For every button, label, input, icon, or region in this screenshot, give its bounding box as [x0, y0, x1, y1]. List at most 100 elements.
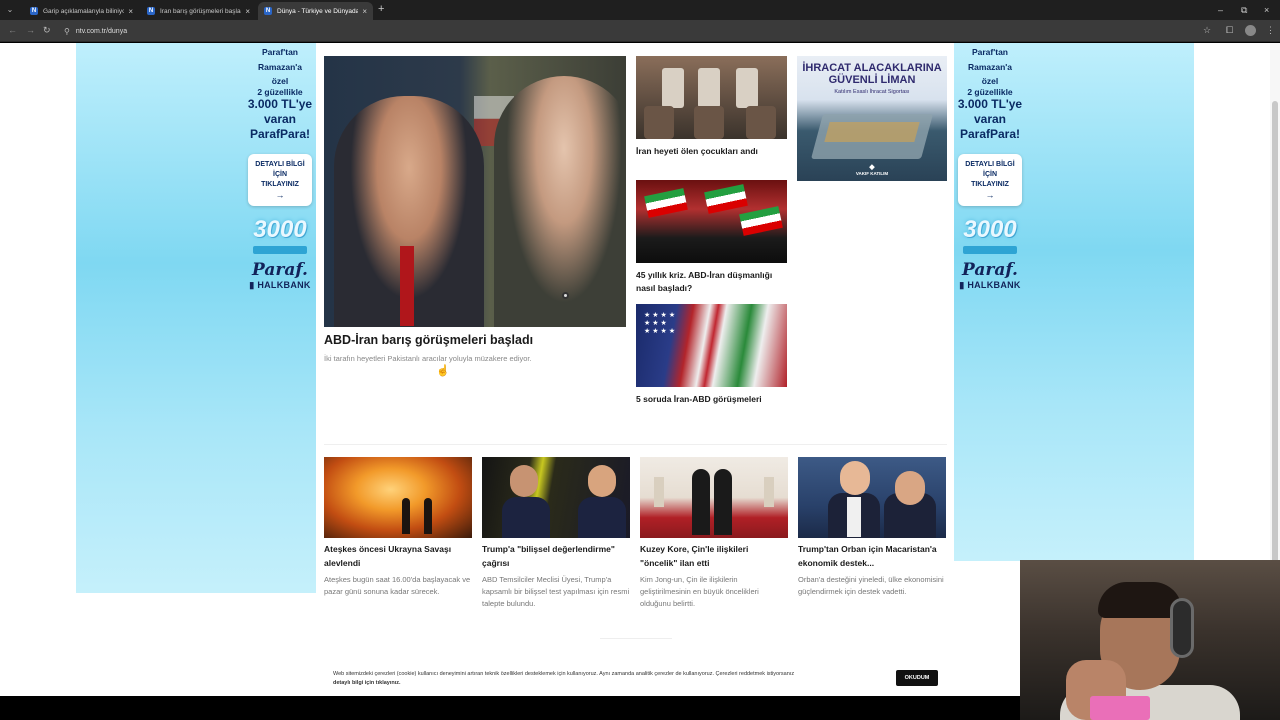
arrow-right-icon[interactable]: → — [26, 25, 35, 36]
card-image[interactable] — [798, 457, 946, 538]
vakif-katilim-ad[interactable]: İHRACAT ALACAKLARINA GÜVENLİ LİMAN Katıl… — [797, 56, 947, 181]
person-face — [895, 471, 925, 505]
mid-story-3[interactable]: ★★★★ ★★★ ★★★★ 5 soruda İran-ABD görüşmel… — [636, 304, 787, 406]
halkbank-logo: ▮ HALKBANK — [249, 280, 311, 290]
mid-story-title[interactable]: İran heyeti ölen çocukları andı — [636, 145, 787, 158]
person-figure — [502, 497, 550, 538]
ad-details-button[interactable]: DETAYLI BİLGİ İÇİN TIKLAYINIZ → — [248, 154, 312, 206]
card-title[interactable]: Ateşkes öncesi Ukrayna Savaşı alevlendi — [324, 543, 472, 570]
bank-name: HALKBANK — [967, 280, 1021, 290]
browser-tab-1[interactable]: N Garip açıklamalarıyla biliniyor: N × — [24, 2, 139, 20]
cookie-accept-button[interactable]: OKUDUM — [896, 670, 938, 686]
profile-avatar[interactable] — [1245, 25, 1256, 36]
card-image[interactable] — [482, 457, 630, 538]
tab-close-icon[interactable]: × — [245, 7, 250, 16]
pink-cup — [1090, 696, 1150, 720]
mid-story-image[interactable]: ★★★★ ★★★ ★★★★ — [636, 304, 787, 387]
arrow-left-icon[interactable]: ← — [8, 25, 17, 36]
mid-story-image[interactable] — [636, 180, 787, 263]
card-image[interactable] — [640, 457, 788, 538]
paraf-ad-content[interactable]: Paraf'tan Ramazan'a özel 2 güzellikle 3.… — [945, 43, 1035, 333]
minimize-icon[interactable]: – — [1218, 4, 1223, 16]
mid-story-1[interactable]: İran heyeti ölen çocukları andı — [636, 56, 787, 158]
star-icon[interactable]: ☆ — [1203, 25, 1211, 36]
cookie-banner: Web sitemizdeki çerezleri (cookie) kulla… — [0, 657, 1020, 696]
bottom-divider — [600, 638, 672, 639]
news-card-4[interactable]: Trump'tan Orban için Macaristan'a ekonom… — [798, 457, 946, 598]
ad-line: Ramazan'a — [257, 61, 303, 72]
btn-line: İÇİN — [983, 171, 997, 178]
btn-line: TIKLAYINIZ — [971, 181, 1009, 188]
ad-line: varan — [263, 112, 297, 126]
mid-story-title[interactable]: 5 soruda İran-ABD görüşmeleri — [636, 393, 787, 406]
chandelier — [764, 477, 774, 507]
browser-tab-bar: ⌄ N Garip açıklamalarıyla biliniyor: N ×… — [0, 0, 1280, 20]
cookie-details-link[interactable]: detaylı bilgi için tıklayınız. — [333, 680, 401, 686]
person-figure — [692, 469, 710, 535]
card-title[interactable]: Kuzey Kore, Çin'le ilişkileri "öncelik" … — [640, 543, 788, 570]
puzzle-icon[interactable]: ⧠ — [1226, 25, 1233, 36]
mid-story-image[interactable] — [636, 56, 787, 139]
main-story-title[interactable]: ABD-İran barış görüşmeleri başladı — [324, 333, 626, 347]
seat-back — [694, 106, 724, 139]
scrollbar-thumb[interactable] — [1272, 101, 1278, 581]
ad-graphic-strip — [253, 246, 307, 254]
paraf-logo: Paraf. — [252, 260, 308, 280]
person-figure — [578, 497, 626, 538]
news-card-1[interactable]: Ateşkes öncesi Ukrayna Savaşı alevlendi … — [324, 457, 472, 598]
card-title[interactable]: Trump'tan Orban için Macaristan'a ekonom… — [798, 543, 946, 570]
person-face — [840, 461, 870, 495]
paraf-ad-content[interactable]: Paraf'tan Ramazan'a özel 2 güzellikle 3.… — [235, 43, 325, 333]
tab-search-chevron-down-icon[interactable]: ⌄ — [4, 4, 16, 16]
window-close-icon[interactable]: × — [1264, 4, 1269, 16]
us-flag-stars: ★★★★ ★★★ ★★★★ — [644, 312, 678, 335]
ntv-favicon-icon: N — [147, 7, 155, 15]
cookie-text: Web sitemizdeki çerezleri (cookie) kulla… — [333, 670, 893, 687]
firefighter-figure — [424, 498, 432, 534]
ad-subtitle: Katılım Esaslı İhracat Sigortası — [834, 89, 910, 95]
mid-story-2[interactable]: 45 yıllık kriz. ABD-İran düşmanlığı nası… — [636, 180, 787, 295]
portrait-seat — [736, 68, 758, 108]
tab-close-icon[interactable]: × — [362, 7, 367, 16]
ad-graphic-strip — [963, 246, 1017, 254]
flag-shape — [739, 206, 783, 236]
logo-text: VAKIF KATILIM — [855, 171, 889, 176]
ad-line: varan — [973, 112, 1007, 126]
main-story[interactable]: ABD-İran barış görüşmeleri başladı İki t… — [324, 56, 626, 363]
person-right-figure — [494, 76, 626, 327]
ad-line: 2 güzellikle — [257, 86, 303, 97]
red-tie — [400, 246, 414, 326]
seat-back — [644, 106, 674, 139]
restore-icon[interactable]: ⧉ — [1241, 4, 1247, 16]
news-card-3[interactable]: Kuzey Kore, Çin'le ilişkileri "öncelik" … — [640, 457, 788, 610]
ad-details-button[interactable]: DETAYLI BİLGİ İÇİN TIKLAYINIZ → — [958, 154, 1022, 206]
portrait-seat — [698, 68, 720, 108]
btn-line: İÇİN — [273, 171, 287, 178]
site-info-icon[interactable]: ⚲ — [64, 27, 70, 36]
new-tab-plus-icon[interactable]: + — [378, 3, 384, 16]
ntv-favicon-icon: N — [30, 7, 38, 15]
address-bar[interactable]: ⚲ ntv.com.tr/dunya — [58, 23, 1218, 39]
portrait-seat — [662, 68, 684, 108]
card-title[interactable]: Trump'a "bilişsel değerlendirme" çağrısı — [482, 543, 630, 570]
browser-tab-3-active[interactable]: N Dünya - Türkiye ve Dünyadan D × — [258, 2, 373, 20]
btn-line: DETAYLI BİLGİ — [965, 161, 1015, 168]
right-skyscraper-ad[interactable]: Paraf'tan Ramazan'a özel 2 güzellikle 3.… — [954, 43, 1194, 561]
ad-brand: ParafPara! — [959, 127, 1021, 141]
menu-dots-icon[interactable]: ⋮ — [1266, 25, 1275, 36]
reload-icon[interactable]: ↻ — [43, 25, 51, 36]
ntv-favicon-icon: N — [264, 7, 272, 15]
left-skyscraper-ad[interactable]: Paraf'tan Ramazan'a özel 2 güzellikle 3.… — [76, 43, 316, 593]
news-card-2[interactable]: Trump'a "bilişsel değerlendirme" çağrısı… — [482, 457, 630, 610]
flag-shape — [644, 188, 688, 218]
webcam-overlay — [1020, 560, 1280, 720]
url-text[interactable]: ntv.com.tr/dunya — [76, 28, 127, 35]
browser-tab-2[interactable]: N İran barış görüşmeleri başladı · × — [141, 2, 256, 20]
paraf-logo: Paraf. — [962, 260, 1018, 280]
main-story-image[interactable] — [324, 56, 626, 327]
ad-headline: İHRACAT ALACAKLARINA — [802, 62, 942, 74]
card-image[interactable] — [324, 457, 472, 538]
ad-line: özel — [271, 76, 289, 86]
tab-close-icon[interactable]: × — [128, 7, 133, 16]
mid-story-title[interactable]: 45 yıllık kriz. ABD-İran düşmanlığı nası… — [636, 269, 787, 295]
